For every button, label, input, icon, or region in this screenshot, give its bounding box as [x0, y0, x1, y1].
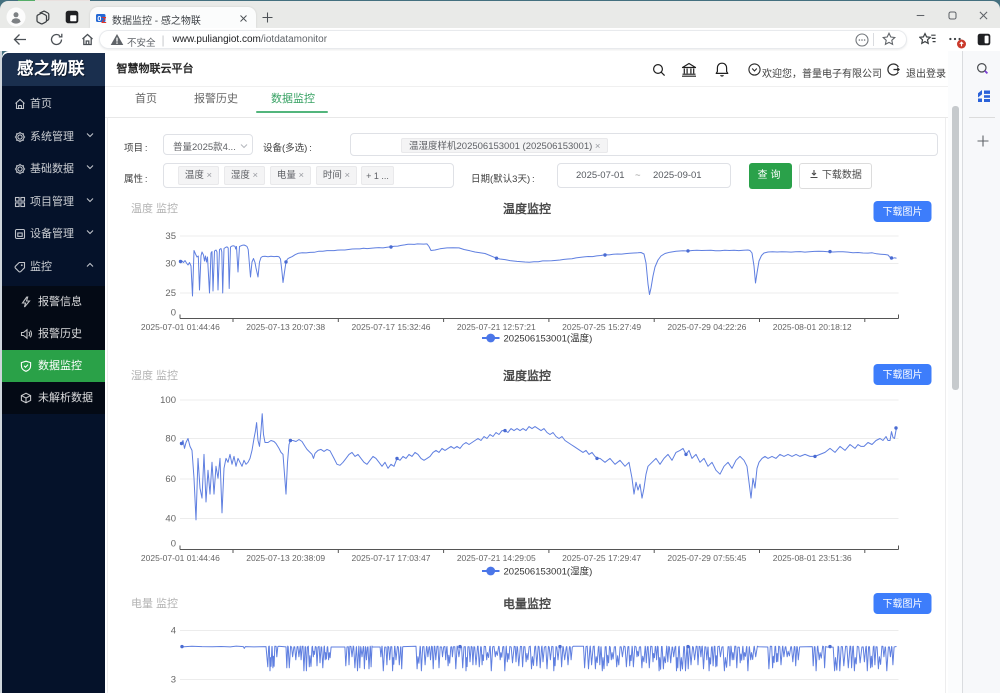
svg-text:35: 35: [165, 231, 176, 242]
svg-text:2025-07-21 14:29:05: 2025-07-21 14:29:05: [457, 553, 536, 563]
svg-text:2025-08-01 23:51:36: 2025-08-01 23:51:36: [773, 553, 852, 563]
svg-text:湿度 监控: 湿度 监控: [131, 368, 178, 382]
svg-text:2025-07-29 04:22:26: 2025-07-29 04:22:26: [667, 322, 746, 332]
svg-text:0: 0: [171, 539, 176, 550]
svg-text:电量监控: 电量监控: [503, 596, 551, 611]
svg-text:下载图片: 下载图片: [883, 597, 923, 610]
svg-text:湿度监控: 湿度监控: [503, 368, 551, 383]
svg-text:60: 60: [165, 474, 176, 485]
svg-text:25: 25: [165, 288, 176, 299]
svg-text:2025-07-25 17:29:47: 2025-07-25 17:29:47: [562, 553, 641, 563]
svg-text:下载图片: 下载图片: [883, 205, 923, 218]
svg-text:2025-07-21 12:57:21: 2025-07-21 12:57:21: [457, 322, 536, 332]
svg-text:3: 3: [171, 675, 176, 686]
svg-text:下载图片: 下载图片: [883, 368, 923, 381]
svg-text:30: 30: [165, 259, 176, 270]
svg-text:2025-08-01 20:18:12: 2025-08-01 20:18:12: [773, 322, 852, 332]
svg-text:40: 40: [165, 514, 176, 525]
svg-text:温度 监控: 温度 监控: [131, 201, 178, 215]
svg-text:2025-07-29 07:55:45: 2025-07-29 07:55:45: [667, 553, 746, 563]
svg-text:2025-07-17 17:03:47: 2025-07-17 17:03:47: [352, 553, 431, 563]
svg-text:2025-07-01 01:44:46: 2025-07-01 01:44:46: [141, 322, 220, 332]
svg-text:2025-07-17 15:32:46: 2025-07-17 15:32:46: [352, 322, 431, 332]
svg-text:100: 100: [160, 395, 176, 406]
svg-text:2025-07-13 20:07:38: 2025-07-13 20:07:38: [246, 322, 325, 332]
svg-text:温度监控: 温度监控: [503, 201, 551, 216]
svg-text:80: 80: [165, 434, 176, 445]
svg-text:202506153001(湿度): 202506153001(湿度): [504, 566, 593, 578]
svg-text:电量 监控: 电量 监控: [131, 596, 178, 610]
svg-text:4: 4: [171, 626, 176, 637]
svg-text:2025-07-13 20:38:09: 2025-07-13 20:38:09: [246, 553, 325, 563]
svg-text:Z: Z: [101, 15, 106, 24]
svg-text:0: 0: [171, 308, 176, 319]
svg-text:202506153001(温度): 202506153001(温度): [504, 333, 593, 345]
svg-text:2025-07-25 15:27:49: 2025-07-25 15:27:49: [562, 322, 641, 332]
svg-text:2025-07-01 01:44:46: 2025-07-01 01:44:46: [141, 553, 220, 563]
